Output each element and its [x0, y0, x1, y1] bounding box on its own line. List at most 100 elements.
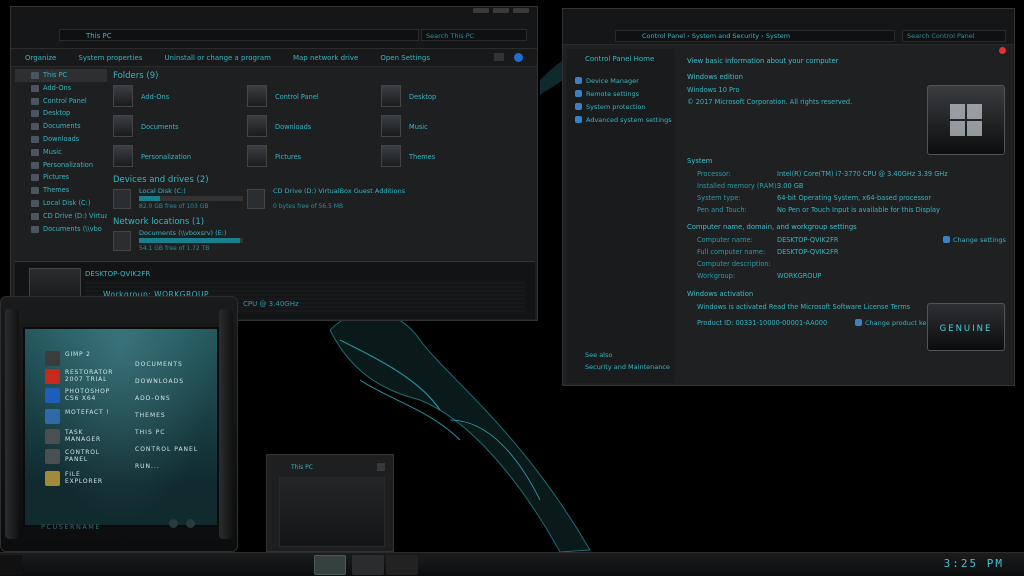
start-place-add-ons[interactable]: ADD-ONS — [135, 395, 171, 402]
folder-control-panel[interactable]: Control Panel — [247, 85, 377, 109]
start-place-control-panel[interactable]: CONTROL PANEL — [135, 446, 198, 453]
system-protection-link[interactable]: System protection — [575, 103, 646, 111]
motefact-icon — [45, 409, 60, 424]
nav-item-this-pc[interactable]: This PC — [15, 69, 107, 82]
close-button[interactable] — [513, 8, 529, 13]
folder-pictures[interactable]: Pictures — [247, 145, 377, 169]
start-menu-panel: GIMP 2 RESTORATOR 2007 TRIAL PHOTOSHOP C… — [23, 327, 219, 527]
help-icon[interactable] — [514, 53, 523, 62]
folder-documents[interactable]: Documents — [113, 115, 243, 139]
nav-item-control-panel[interactable]: Control Panel — [15, 95, 107, 108]
power-button[interactable] — [186, 519, 195, 528]
network-location-documents[interactable]: Documents (\\vboxsrv) (E:) 54.1 GB free … — [113, 229, 243, 257]
desktop-icon — [31, 110, 39, 118]
nav-item-cd-drive[interactable]: CD Drive (D:) Virtua — [15, 210, 107, 223]
maximize-button[interactable] — [493, 8, 509, 13]
pen-touch-value: No Pen or Touch Input is available for t… — [777, 206, 940, 214]
nav-item-documents[interactable]: Documents — [15, 120, 107, 133]
system-address-bar[interactable]: Control Panel › System and Security › Sy… — [615, 30, 895, 42]
virtualbox-icon — [247, 189, 265, 209]
remote-settings-link[interactable]: Remote settings — [575, 90, 639, 98]
organize-button[interactable]: Organize — [25, 54, 56, 62]
file-explorer-window[interactable]: This PC Search This PC Organize System p… — [10, 6, 538, 321]
folder-personalization[interactable]: Personalization — [113, 145, 243, 169]
start-item-file-explorer[interactable]: FILE EXPLORER — [45, 471, 131, 487]
start-place-this-pc[interactable]: THIS PC — [135, 429, 165, 436]
drive-cd[interactable]: CD Drive (D:) VirtualBox Guest Additions… — [247, 187, 405, 215]
open-settings-button[interactable]: Open Settings — [380, 54, 430, 62]
folder-add-ons[interactable]: Add-Ons — [113, 85, 243, 109]
pictures-icon — [31, 174, 39, 182]
explorer-titlebar[interactable]: This PC Search This PC — [11, 7, 537, 49]
search-input[interactable]: Search This PC — [421, 29, 527, 41]
minimize-button[interactable] — [473, 8, 489, 13]
taskbar-system[interactable] — [386, 555, 418, 575]
nav-item-personalization[interactable]: Personalization — [15, 159, 107, 172]
uninstall-program-button[interactable]: Uninstall or change a program — [164, 54, 271, 62]
start-item-task-manager[interactable]: TASK MANAGER — [45, 429, 131, 445]
taskbar-file-explorer[interactable] — [314, 555, 346, 575]
start-place-themes[interactable]: THEMES — [135, 412, 166, 419]
system-type-label: System type: — [697, 194, 741, 202]
system-titlebar[interactable]: Control Panel › System and Security › Sy… — [563, 9, 1014, 45]
preview-close-button[interactable] — [377, 463, 385, 471]
start-item-gimp[interactable]: GIMP 2 — [45, 351, 131, 367]
start-place-documents[interactable]: DOCUMENTS — [135, 361, 183, 368]
change-settings-link[interactable]: Change settings — [943, 236, 1006, 244]
nav-item-label: Documents — [43, 122, 81, 131]
see-also-heading: See also — [585, 351, 613, 359]
lock-button[interactable] — [169, 519, 178, 528]
address-bar[interactable]: This PC — [59, 29, 419, 41]
map-network-drive-button[interactable]: Map network drive — [293, 54, 358, 62]
folders-header[interactable]: Folders (9) — [113, 71, 158, 81]
start-place-downloads[interactable]: DOWNLOADS — [135, 378, 184, 385]
folder-desktop[interactable]: Desktop — [381, 85, 511, 109]
processor-value: Intel(R) Core(TM) i7-3770 CPU @ 3.40GHz … — [777, 170, 948, 178]
network-drive-icon — [113, 231, 131, 251]
control-panel-search[interactable]: Search Control Panel — [902, 30, 1006, 42]
nav-item-local-disk[interactable]: Local Disk (C:) — [15, 197, 107, 210]
start-place-run[interactable]: RUN... — [135, 463, 160, 470]
shield-icon — [575, 77, 582, 84]
start-item-motefact[interactable]: MOTEFACT ! — [45, 409, 131, 425]
command-bar: Organize System properties Uninstall or … — [11, 49, 537, 67]
nav-item-desktop[interactable]: Desktop — [15, 107, 107, 120]
nav-item-themes[interactable]: Themes — [15, 184, 107, 197]
taskbar-control-panel[interactable] — [352, 555, 384, 575]
start-item-restorator[interactable]: RESTORATOR 2007 TRIAL — [45, 369, 131, 385]
search-placeholder: Search This PC — [426, 32, 475, 40]
control-panel-home-link[interactable]: Control Panel Home — [585, 55, 654, 63]
devices-header[interactable]: Devices and drives (2) — [113, 175, 209, 185]
nav-item-pictures[interactable]: Pictures — [15, 171, 107, 184]
change-product-key-link[interactable]: Change product key — [855, 319, 930, 327]
system-window[interactable]: Control Panel › System and Security › Sy… — [562, 8, 1015, 386]
start-item-photoshop[interactable]: PHOTOSHOP CS6 X64 — [45, 388, 131, 404]
folder-label: Themes — [409, 153, 436, 161]
nav-item-downloads[interactable]: Downloads — [15, 133, 107, 146]
taskbar-app-icon[interactable] — [420, 555, 452, 575]
taskbar-thumbnail-preview[interactable]: This PC — [266, 454, 394, 552]
folder-downloads[interactable]: Downloads — [247, 115, 377, 139]
advanced-system-settings-link[interactable]: Advanced system settings — [575, 116, 672, 124]
windows-edition-value: Windows 10 Pro — [687, 86, 740, 94]
drive-local-disk[interactable]: Local Disk (C:) 82.0 GB free of 103 GB — [113, 187, 243, 215]
computer-name-value: DESKTOP-QVIK2FR — [777, 236, 839, 244]
start-button[interactable] — [0, 555, 22, 575]
folder-music[interactable]: Music — [381, 115, 511, 139]
shield-icon — [575, 103, 582, 110]
security-maintenance-link[interactable]: Security and Maintenance — [585, 363, 670, 371]
nav-item-add-ons[interactable]: Add-Ons — [15, 82, 107, 95]
network-header[interactable]: Network locations (1) — [113, 217, 204, 227]
nav-item-label: This PC — [43, 71, 68, 79]
folder-themes[interactable]: Themes — [381, 145, 511, 169]
activation-status[interactable]: Windows is activated Read the Microsoft … — [697, 303, 910, 311]
start-item-control-panel[interactable]: CONTROL PANEL — [45, 449, 131, 465]
view-options-icon[interactable] — [494, 53, 504, 61]
device-manager-link[interactable]: Device Manager — [575, 77, 639, 85]
nav-item-label: Downloads — [43, 134, 80, 143]
system-properties-button[interactable]: System properties — [78, 54, 142, 62]
memory-label: Installed memory (RAM): — [697, 182, 779, 190]
nav-item-music[interactable]: Music — [15, 146, 107, 159]
nav-item-network-documents[interactable]: Documents (\\vbo — [15, 223, 107, 236]
taskbar-clock[interactable]: 3:25 PM — [944, 557, 1004, 570]
